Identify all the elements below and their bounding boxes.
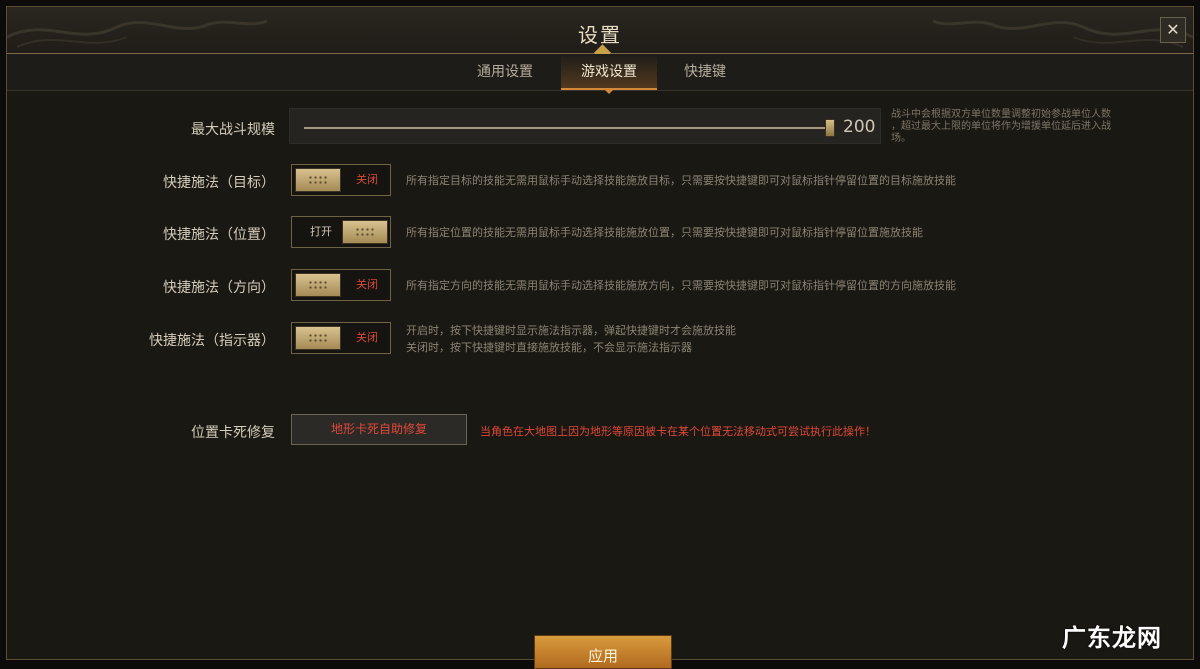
watermark: 广东龙网	[1062, 624, 1162, 652]
desc-line: 开启时，按下快捷键时显示施法指示器，弹起快捷键时才会施放技能	[406, 324, 736, 337]
quick-cast-target-label: 快捷施法（目标）	[163, 175, 275, 191]
tab-bar: 通用设置 游戏设置 快捷键	[7, 54, 1193, 94]
tab-general[interactable]: 通用设置	[457, 54, 553, 90]
toggle-state: 打开	[310, 225, 332, 238]
tab-game-label: 游戏设置	[581, 64, 637, 80]
stuck-fix-label: 位置卡死修复	[191, 425, 275, 441]
quick-cast-direction-label: 快捷施法（方向）	[163, 280, 275, 296]
quick-cast-target-desc: 所有指定目标的技能无需用鼠标手动选择技能施放目标，只需要按快捷键即可对鼠标指针停…	[406, 174, 956, 187]
window-title: 设置	[578, 23, 622, 47]
toggle-state: 关闭	[356, 278, 378, 291]
slider-value: 200	[843, 117, 876, 137]
slider-fill	[304, 127, 830, 129]
tab-game[interactable]: 游戏设置	[561, 54, 657, 94]
battle-size-note-line: 场。	[891, 133, 911, 144]
quick-cast-indicator-desc: 开启时，按下快捷键时显示施法指示器，弹起快捷键时才会施放技能 关闭时，按下快捷键…	[406, 322, 736, 356]
battle-size-label: 最大战斗规模	[191, 122, 275, 138]
toggle-state: 关闭	[356, 173, 378, 186]
battle-size-slider[interactable]: 200	[289, 108, 881, 144]
toggle-knob	[295, 273, 341, 297]
toggle-knob	[295, 326, 341, 350]
slider-handle[interactable]	[825, 119, 835, 137]
settings-window: 设置 ✕ 通用设置 游戏设置 快捷键 最大战斗规模 200 战斗中会根据双方单位…	[6, 6, 1194, 669]
quick-cast-indicator-toggle[interactable]: 关闭	[291, 322, 391, 354]
toggle-state: 关闭	[356, 331, 378, 344]
quick-cast-indicator-label: 快捷施法（指示器）	[149, 333, 275, 349]
terrain-repair-button[interactable]: 地形卡死自助修复	[291, 414, 467, 445]
quick-cast-position-toggle[interactable]: 打开	[291, 216, 391, 248]
desc-line: 关闭时，按下快捷键时直接施放技能，不会显示施法指示器	[406, 341, 692, 354]
battle-size-note: 战斗中会根据双方单位数量调整初始参战单位人数 ，超过最大上限的单位将作为增援单位…	[891, 109, 1111, 145]
tab-active-caret	[603, 88, 615, 94]
slider-track[interactable]	[304, 127, 830, 129]
apply-button[interactable]: 应用	[534, 635, 672, 669]
close-button[interactable]: ✕	[1160, 17, 1186, 43]
quick-cast-direction-toggle[interactable]: 关闭	[291, 269, 391, 301]
close-icon: ✕	[1166, 20, 1180, 39]
stuck-fix-warning: 当角色在大地图上因为地形等原因被卡在某个位置无法移动式可尝试执行此操作！	[480, 425, 876, 438]
toggle-knob	[342, 220, 388, 244]
battle-size-note-line: ，超过最大上限的单位将作为增援单位延后进入战	[891, 121, 1111, 132]
tab-hotkeys[interactable]: 快捷键	[657, 54, 753, 90]
quick-cast-position-desc: 所有指定位置的技能无需用鼠标手动选择技能施放位置，只需要按快捷键即可对鼠标指针停…	[406, 226, 923, 239]
battle-size-note-line: 战斗中会根据双方单位数量调整初始参战单位人数	[891, 109, 1111, 120]
quick-cast-position-label: 快捷施法（位置）	[163, 227, 275, 243]
quick-cast-target-toggle[interactable]: 关闭	[291, 164, 391, 196]
quick-cast-direction-desc: 所有指定方向的技能无需用鼠标手动选择技能施放方向，只需要按快捷键即可对鼠标指针停…	[406, 279, 956, 292]
toggle-knob	[295, 168, 341, 192]
